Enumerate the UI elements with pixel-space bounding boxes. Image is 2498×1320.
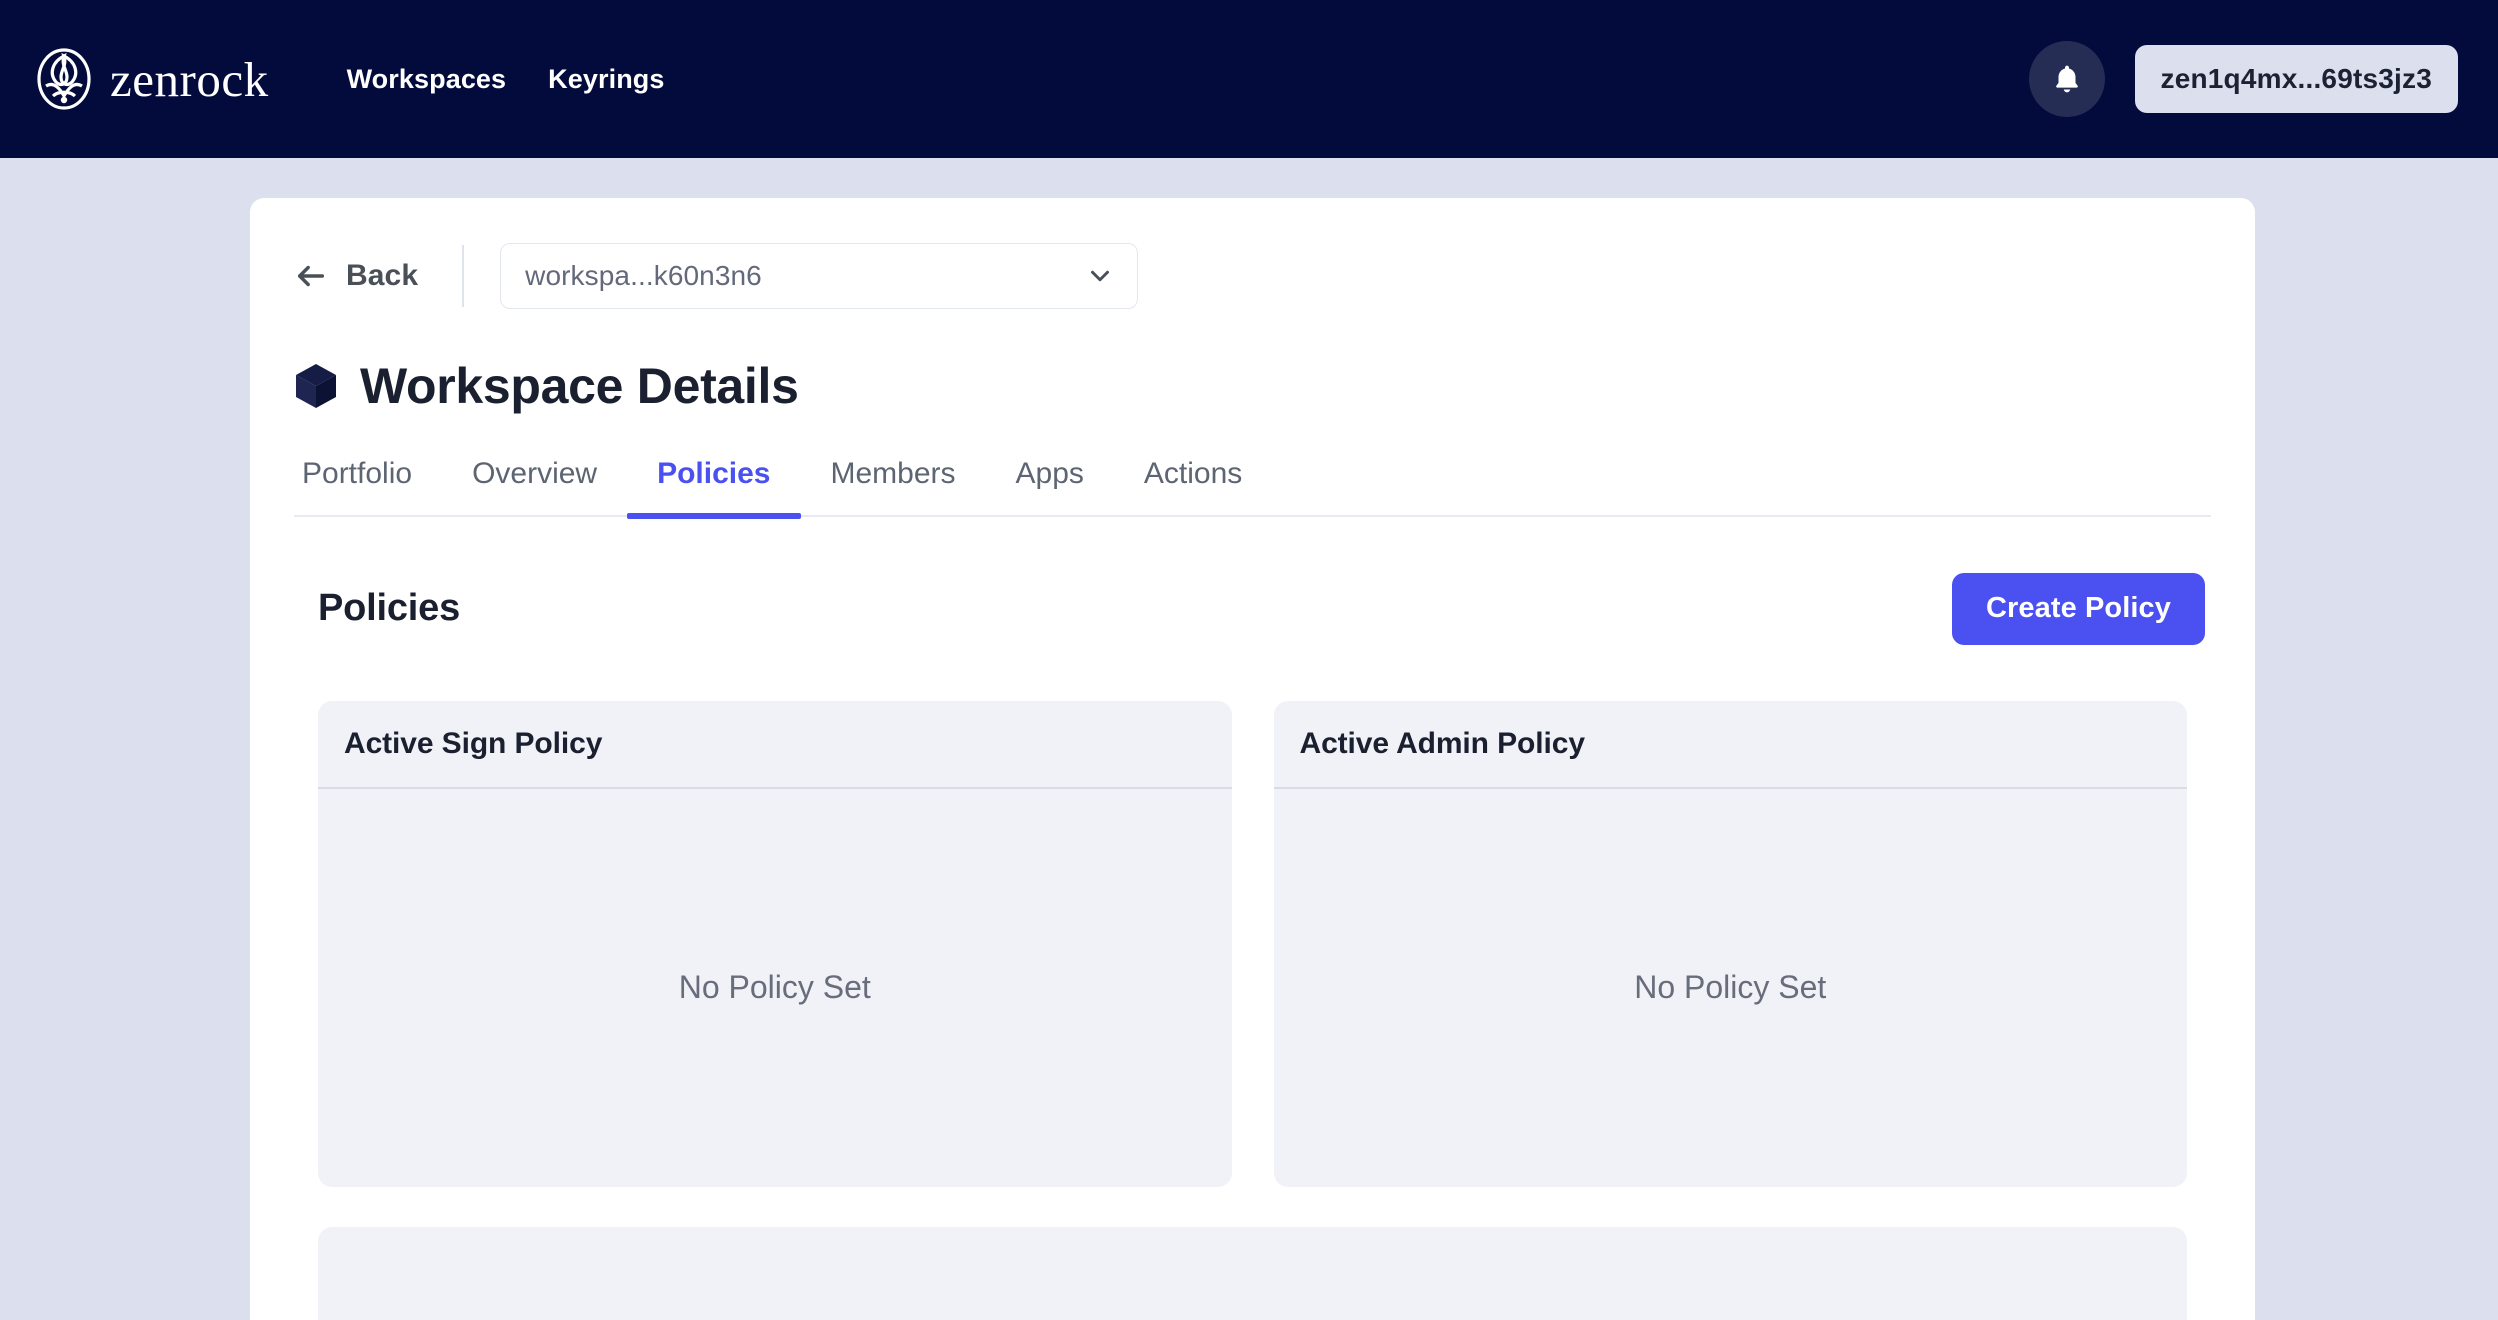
card-body: No Policy Set [1274,789,2188,1187]
tab-members[interactable]: Members [801,457,986,515]
wallet-address-pill[interactable]: zen1q4mx...69ts3jz3 [2134,45,2458,113]
top-navigation-bar: zenrock Workspaces Keyrings zen1q4mx...6… [0,0,2498,158]
active-sign-policy-card: Active Sign Policy No Policy Set [318,700,1232,1187]
tab-bar: Portfolio Overview Policies Members Apps… [294,457,2211,519]
nav-link-workspaces[interactable]: Workspaces [347,64,507,95]
active-admin-policy-card: Active Admin Policy No Policy Set [1273,700,2188,1187]
page-title-row: Workspace Details [294,360,2211,413]
tab-actions[interactable]: Actions [1114,457,1272,515]
page-title: Workspace Details [360,358,799,414]
nav-link-keyrings[interactable]: Keyrings [548,64,664,95]
topbar-actions: zen1q4mx...69ts3jz3 [2028,41,2458,117]
policy-cards-container: Active Sign Policy No Policy Set Active … [294,700,2211,1187]
policy-list-card-partial [318,1226,2187,1320]
card-body: No Policy Set [318,789,1232,1187]
tab-apps[interactable]: Apps [986,457,1114,515]
policies-heading: Policies [318,587,461,629]
card-header: Active Admin Policy [1273,701,2187,789]
notifications-button[interactable] [2028,41,2105,117]
toolbar-divider [462,245,465,307]
tab-overview[interactable]: Overview [442,457,627,515]
page-background: Back workspa...k60n3n6 Workspace Details… [0,158,2498,1320]
back-button[interactable]: Back [294,259,426,293]
workspace-select-value: workspa...k60n3n6 [525,260,762,291]
arrow-left-icon [297,265,325,287]
bell-icon [2055,65,2078,93]
create-policy-button[interactable]: Create Policy [1951,572,2205,645]
tab-portfolio[interactable]: Portfolio [294,457,442,515]
empty-state-text: No Policy Set [1634,969,1827,1005]
brand-logo[interactable]: zenrock [36,48,269,110]
back-button-label: Back [346,259,419,292]
card-title: Active Admin Policy [1299,726,1586,760]
card-title: Active Sign Policy [344,726,603,760]
content-panel: Back workspa...k60n3n6 Workspace Details… [250,198,2255,1320]
empty-state-text: No Policy Set [678,969,871,1005]
tab-policies[interactable]: Policies [627,457,801,519]
card-header: Active Sign Policy [318,701,1232,789]
zenrock-emblem-icon [37,48,91,110]
cube-icon [296,364,336,409]
toolbar-row: Back workspa...k60n3n6 [294,240,2211,312]
chevron-down-icon [1091,270,1110,282]
workspace-select[interactable]: workspa...k60n3n6 [500,243,1139,309]
brand-name: zenrock [110,51,269,107]
primary-nav: Workspaces Keyrings [347,64,665,95]
policies-section-header: Policies Create Policy [294,572,2211,645]
